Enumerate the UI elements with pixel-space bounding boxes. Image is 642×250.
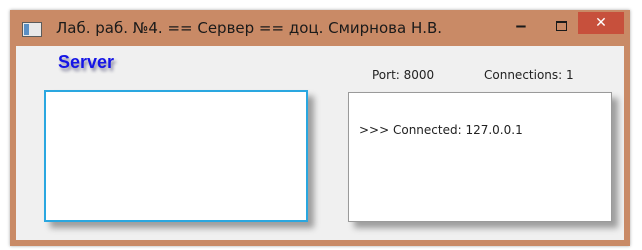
message-input[interactable] (44, 90, 308, 222)
log-line: >>> Connected: 127.0.0.1 (359, 123, 523, 137)
app-icon[interactable] (22, 22, 42, 37)
client-area: Server Port: 8000 Connections: 1 >>> Con… (16, 46, 624, 240)
app-window: Лаб. раб. №4. == Сервер == доц. Смирнова… (10, 10, 630, 246)
server-label: Server (58, 52, 115, 72)
window-title: Лаб. раб. №4. == Сервер == доц. Смирнова… (56, 19, 443, 37)
title-bar[interactable]: Лаб. раб. №4. == Сервер == доц. Смирнова… (10, 10, 630, 46)
maximize-button[interactable] (548, 16, 574, 38)
port-label: Port: 8000 (372, 68, 435, 82)
minimize-button[interactable]: ‒ (508, 16, 534, 38)
log-box[interactable]: >>> Connected: 127.0.0.1 (348, 92, 612, 222)
connections-label: Connections: 1 (484, 68, 574, 82)
close-button[interactable]: ✕ (578, 12, 624, 34)
